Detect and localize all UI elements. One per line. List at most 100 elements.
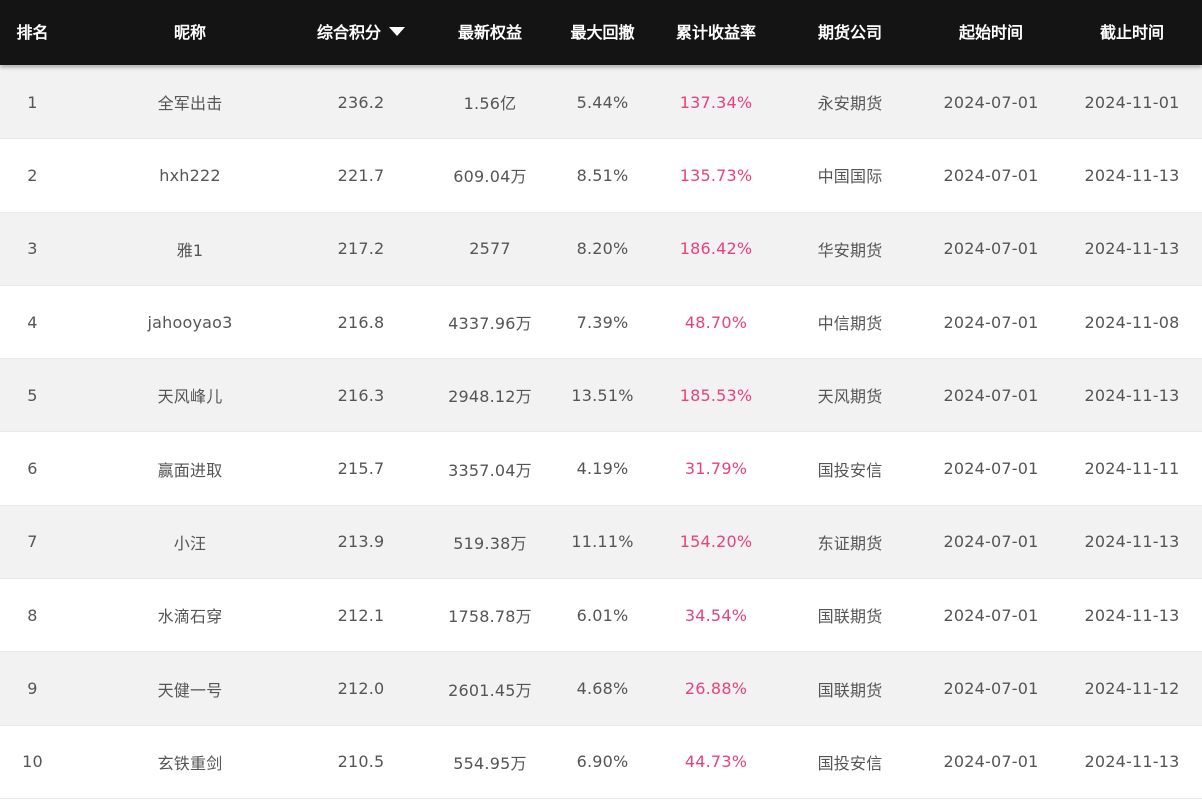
cell-start-time: 2024-07-01 xyxy=(943,679,1039,699)
cell-start-time: 2024-07-01 xyxy=(943,459,1039,479)
cell-equity: 1758.78万 xyxy=(448,607,532,627)
cell-cumulative-return: 26.88% xyxy=(684,679,748,699)
header-nickname: 昵称 xyxy=(173,23,206,42)
cell-cumulative-return: 137.34% xyxy=(679,92,753,112)
cell-end-time: 2024-11-11 xyxy=(1084,459,1180,479)
header-max-drawdown: 最大回撤 xyxy=(570,23,635,42)
table-header: 排名 昵称 综合积分 最新权益 最大回撤 累计收益率 期货公司 起始时间 截止时… xyxy=(0,0,1202,65)
cell-equity: 4337.96万 xyxy=(448,314,532,334)
cell-cumulative-return: 31.79% xyxy=(684,459,748,479)
cell-start-time: 2024-07-01 xyxy=(943,312,1039,332)
table-row: 5 天风峰儿 216.3 2948.12万 13.51% 185.53% 天风期… xyxy=(0,359,1202,433)
table-row: 6 赢面进取 215.7 3357.04万 4.19% 31.79% 国投安信 … xyxy=(0,432,1202,506)
header-score-label: 综合积分 xyxy=(316,23,381,42)
cell-end-time: 2024-11-01 xyxy=(1084,92,1180,112)
cell-cumulative-return: 34.54% xyxy=(684,605,748,625)
table-row: 2 hxh222 221.7 609.04万 8.51% 135.73% 中国国… xyxy=(0,139,1202,213)
caret-down-icon[interactable] xyxy=(389,27,405,36)
cell-rank: 10 xyxy=(22,752,43,772)
cell-end-time: 2024-11-13 xyxy=(1084,605,1180,625)
cell-equity: 609.04万 xyxy=(453,167,527,187)
table-body: 1 全军出击 236.2 1.56亿 5.44% 137.34% 永安期货 20… xyxy=(0,66,1202,799)
cell-equity: 2948.12万 xyxy=(448,387,532,407)
cell-company: 国投安信 xyxy=(817,753,883,773)
header-start-time: 起始时间 xyxy=(958,23,1023,42)
cell-equity: 2601.45万 xyxy=(448,680,532,700)
cell-end-time: 2024-11-13 xyxy=(1084,752,1180,772)
cell-rank: 8 xyxy=(27,605,38,625)
cell-start-time: 2024-07-01 xyxy=(943,92,1039,112)
cell-start-time: 2024-07-01 xyxy=(943,165,1039,185)
header-equity: 最新权益 xyxy=(457,23,522,42)
cell-rank: 5 xyxy=(27,385,38,405)
cell-score: 212.0 xyxy=(337,679,385,699)
cell-equity: 3357.04万 xyxy=(448,460,532,480)
cell-nickname[interactable]: jahooyao3 xyxy=(80,286,300,358)
cell-nickname[interactable]: 水滴石穿 xyxy=(80,579,300,651)
cell-end-time: 2024-11-13 xyxy=(1084,165,1180,185)
cell-rank: 6 xyxy=(27,459,38,479)
cell-cumulative-return: 44.73% xyxy=(684,752,748,772)
cell-end-time: 2024-11-13 xyxy=(1084,239,1180,259)
cell-nickname[interactable]: 赢面进取 xyxy=(80,432,300,504)
cell-company: 天风期货 xyxy=(817,387,883,407)
cell-score: 236.2 xyxy=(337,92,385,112)
cell-nickname[interactable]: 全军出击 xyxy=(80,66,300,138)
cell-company: 国联期货 xyxy=(817,607,883,627)
cell-rank: 9 xyxy=(27,679,38,699)
table-row: 9 天健一号 212.0 2601.45万 4.68% 26.88% 国联期货 … xyxy=(0,652,1202,726)
cell-end-time: 2024-11-13 xyxy=(1084,532,1180,552)
cell-nickname[interactable]: 天风峰儿 xyxy=(80,359,300,431)
cell-equity: 2577 xyxy=(469,239,511,259)
cell-cumulative-return: 185.53% xyxy=(679,385,753,405)
cell-start-time: 2024-07-01 xyxy=(943,532,1039,552)
cell-start-time: 2024-07-01 xyxy=(943,605,1039,625)
table-row: 7 小汪 213.9 519.38万 11.11% 154.20% 东证期货 2… xyxy=(0,505,1202,580)
table-row: 4 jahooyao3 216.8 4337.96万 7.39% 48.70% … xyxy=(0,285,1202,360)
cell-nickname[interactable]: 雅1 xyxy=(80,213,300,285)
cell-start-time: 2024-07-01 xyxy=(943,385,1039,405)
cell-score: 213.9 xyxy=(337,532,385,552)
header-score-sortable[interactable]: 综合积分 xyxy=(300,0,422,65)
cell-company: 华安期货 xyxy=(817,240,883,260)
header-company: 期货公司 xyxy=(817,23,882,42)
cell-rank: 3 xyxy=(27,239,38,259)
cell-equity: 519.38万 xyxy=(453,533,527,553)
cell-company: 中国国际 xyxy=(817,167,883,187)
cell-company: 东证期货 xyxy=(817,533,883,553)
cell-max-drawdown: 6.01% xyxy=(576,605,629,625)
cell-nickname[interactable]: hxh222 xyxy=(80,139,300,211)
cell-max-drawdown: 5.44% xyxy=(576,92,629,112)
cell-equity: 1.56亿 xyxy=(463,94,517,114)
cell-rank: 4 xyxy=(27,312,38,332)
cell-score: 216.3 xyxy=(337,385,385,405)
cell-rank: 7 xyxy=(27,532,38,552)
table-row: 8 水滴石穿 212.1 1758.78万 6.01% 34.54% 国联期货 … xyxy=(0,579,1202,653)
cell-equity: 554.95万 xyxy=(453,753,527,773)
header-cumulative-return: 累计收益率 xyxy=(675,23,756,42)
cell-end-time: 2024-11-08 xyxy=(1084,312,1180,332)
cell-company: 国联期货 xyxy=(817,680,883,700)
cell-cumulative-return: 186.42% xyxy=(679,239,753,259)
cell-end-time: 2024-11-12 xyxy=(1084,679,1180,699)
cell-score: 216.8 xyxy=(337,312,385,332)
cell-max-drawdown: 4.19% xyxy=(576,459,629,479)
cell-score: 215.7 xyxy=(337,459,385,479)
table-row: 10 玄铁重剑 210.5 554.95万 6.90% 44.73% 国投安信 … xyxy=(0,725,1202,799)
cell-nickname[interactable]: 小汪 xyxy=(80,506,300,578)
cell-max-drawdown: 8.51% xyxy=(576,165,629,185)
cell-nickname[interactable]: 天健一号 xyxy=(80,652,300,724)
cell-cumulative-return: 135.73% xyxy=(679,165,753,185)
ranking-table: 排名 昵称 综合积分 最新权益 最大回撤 累计收益率 期货公司 起始时间 截止时… xyxy=(0,0,1202,800)
table-row: 1 全军出击 236.2 1.56亿 5.44% 137.34% 永安期货 20… xyxy=(0,66,1202,140)
cell-score: 221.7 xyxy=(337,165,385,185)
cell-max-drawdown: 11.11% xyxy=(571,532,634,552)
table-row: 3 雅1 217.2 2577 8.20% 186.42% 华安期货 2024-… xyxy=(0,212,1202,286)
cell-max-drawdown: 13.51% xyxy=(571,385,634,405)
cell-start-time: 2024-07-01 xyxy=(943,752,1039,772)
cell-nickname[interactable]: 玄铁重剑 xyxy=(80,726,300,798)
cell-rank: 1 xyxy=(27,92,38,112)
cell-cumulative-return: 48.70% xyxy=(684,312,748,332)
cell-max-drawdown: 8.20% xyxy=(576,239,629,259)
header-end-time: 截止时间 xyxy=(1099,23,1164,42)
